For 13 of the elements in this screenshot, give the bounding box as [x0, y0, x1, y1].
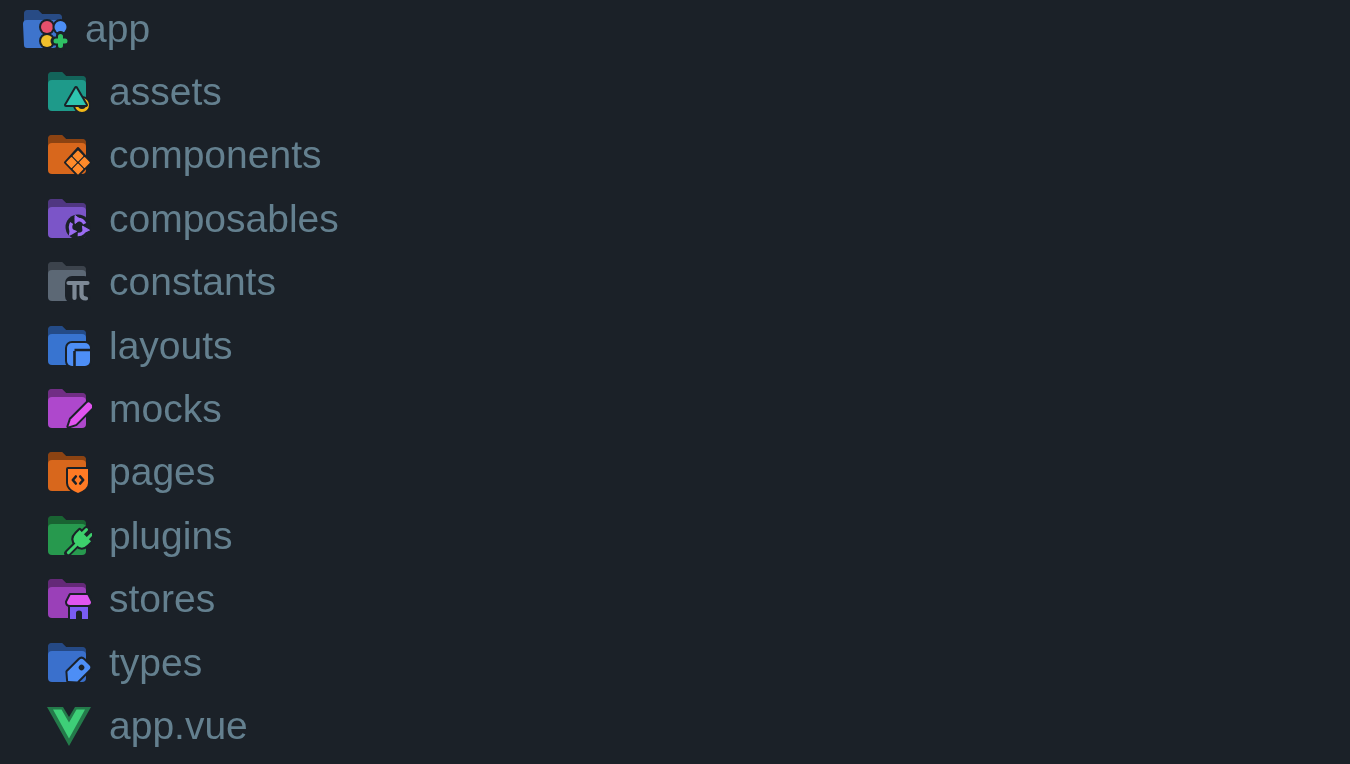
folder-item[interactable]: mocks [46, 377, 222, 441]
v-logo-icon [46, 704, 92, 748]
folder-item[interactable]: pages [46, 440, 216, 505]
folder-item[interactable]: composables [46, 187, 339, 251]
folder-item[interactable]: plugins [46, 504, 233, 568]
folder-item[interactable]: components [46, 123, 322, 188]
folder-item[interactable]: constants [46, 250, 276, 314]
folder-item[interactable]: layouts [46, 313, 233, 378]
file-item[interactable]: app.vue [46, 694, 248, 758]
folder-item[interactable]: types [46, 630, 203, 695]
folder-item[interactable]: app [22, 0, 151, 61]
folder-item[interactable]: assets [46, 60, 222, 124]
folder-item[interactable]: stores [46, 567, 216, 631]
